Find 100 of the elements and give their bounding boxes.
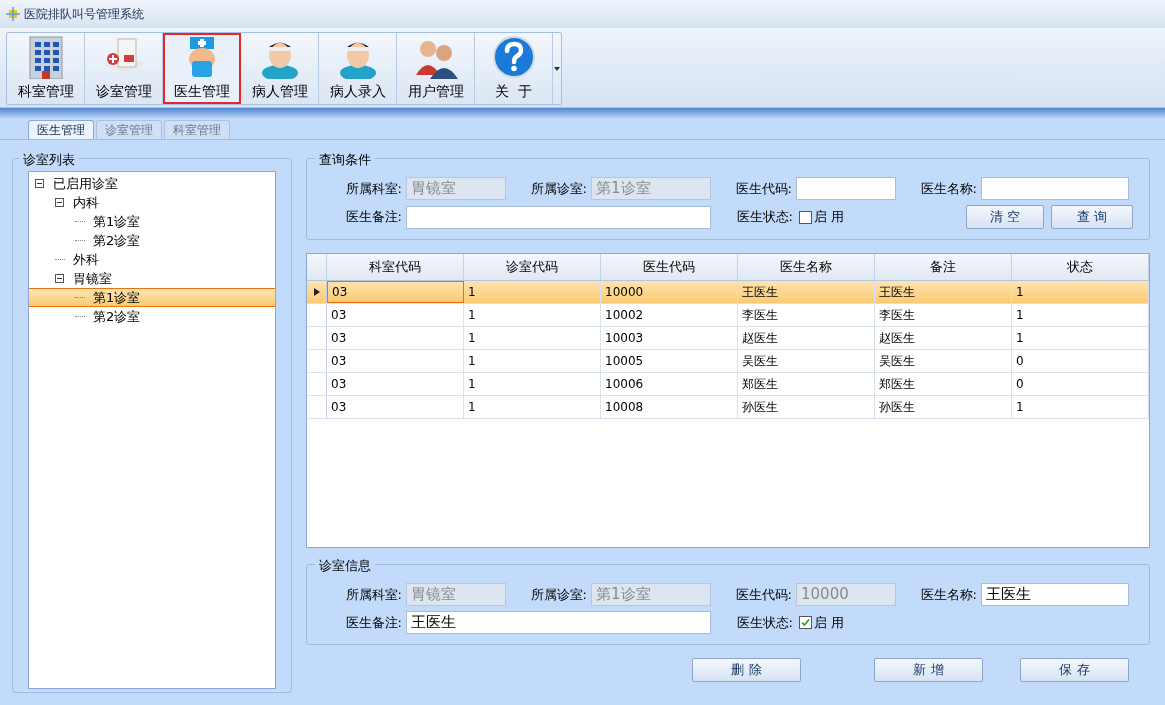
- toolbar-button[interactable]: 科室管理: [7, 33, 85, 104]
- field-value: 第1诊室: [596, 584, 651, 606]
- toolbar-button[interactable]: 病人管理: [241, 33, 319, 104]
- tab[interactable]: 医生管理: [28, 120, 94, 139]
- field-label: 医生名称:: [919, 585, 978, 604]
- tree-item[interactable]: 第1诊室: [93, 211, 141, 232]
- table-row[interactable]: 03 1 10002 李医生 李医生 1: [307, 304, 1149, 327]
- field-value: 胃镜室: [411, 584, 456, 606]
- table-row[interactable]: 03 1 10005 吴医生 吴医生 0: [307, 350, 1149, 373]
- row-pointer-icon: [313, 288, 320, 296]
- table-cell: 1: [1012, 304, 1149, 326]
- field-value: 第1诊室: [596, 178, 651, 200]
- column-header[interactable]: 科室代码: [327, 254, 464, 280]
- check-icon: [801, 618, 810, 627]
- checkbox[interactable]: [799, 616, 812, 629]
- table-cell: 1: [1012, 281, 1149, 303]
- field-label: 所属诊室:: [529, 179, 588, 198]
- collapse-icon[interactable]: [55, 198, 64, 207]
- table-row[interactable]: 03 1 10003 赵医生 赵医生 1: [307, 327, 1149, 350]
- column-header[interactable]: 备注: [875, 254, 1012, 280]
- field-value: 胃镜室: [411, 178, 456, 200]
- table-row[interactable]: 03 1 10000 王医生 王医生 1: [307, 281, 1149, 304]
- table-cell: 王医生: [875, 281, 1012, 303]
- table-cell: 1: [464, 396, 601, 418]
- table-cell: 03: [327, 350, 464, 372]
- checkbox-label: 启 用: [814, 208, 845, 227]
- table-cell: 吴医生: [875, 350, 1012, 372]
- field-label: 所属诊室:: [529, 585, 588, 604]
- field-label: 医生备注:: [344, 613, 403, 632]
- table-row[interactable]: 03 1 10008 孙医生 孙医生 1: [307, 396, 1149, 419]
- text-field[interactable]: 王医生: [981, 583, 1129, 606]
- checkbox-label: 启 用: [814, 613, 845, 632]
- table-cell: 10008: [601, 396, 738, 418]
- table-cell: 孙医生: [738, 396, 875, 418]
- field-label: 医生代码:: [734, 585, 793, 604]
- table-cell: 0: [1012, 373, 1149, 395]
- table-cell: 郑医生: [738, 373, 875, 395]
- column-header[interactable]: 医生名称: [738, 254, 875, 280]
- tree-item[interactable]: 外科: [73, 249, 99, 270]
- tree-item[interactable]: 胃镜室: [73, 268, 112, 289]
- table-cell: 10003: [601, 327, 738, 349]
- toolbar-button[interactable]: 关 于: [475, 33, 553, 104]
- toolbar-button[interactable]: 病人录入: [319, 33, 397, 104]
- text-field[interactable]: [981, 177, 1129, 200]
- table-cell: 李医生: [875, 304, 1012, 326]
- tree-item[interactable]: 内科: [73, 192, 99, 213]
- tree-item[interactable]: 第2诊室: [93, 306, 141, 327]
- tree-item[interactable]: 第2诊室: [93, 230, 141, 251]
- collapse-icon[interactable]: [55, 274, 64, 283]
- table-cell: 王医生: [738, 281, 875, 303]
- field-label: 医生名称:: [919, 179, 978, 198]
- table-row[interactable]: 03 1 10006 郑医生 郑医生 0: [307, 373, 1149, 396]
- app-icon: [6, 7, 20, 21]
- table-cell: 吴医生: [738, 350, 875, 372]
- table-cell: 10000: [601, 281, 738, 303]
- table-cell: 03: [327, 327, 464, 349]
- table-cell: 李医生: [738, 304, 875, 326]
- field-label: 所属科室:: [344, 179, 403, 198]
- table-cell: 03: [327, 304, 464, 326]
- table-cell: 0: [1012, 350, 1149, 372]
- table-cell: 1: [1012, 396, 1149, 418]
- action-button[interactable]: 新 增: [874, 657, 983, 682]
- column-header[interactable]: 诊室代码: [464, 254, 601, 280]
- field-label: 医生状态:: [735, 613, 794, 632]
- table-cell: 1: [464, 350, 601, 372]
- table-cell: 1: [464, 373, 601, 395]
- tree-item[interactable]: 已启用诊室: [53, 173, 118, 194]
- toolbar-button[interactable]: 诊室管理: [85, 33, 163, 104]
- collapse-icon[interactable]: [35, 179, 44, 188]
- text-field[interactable]: [796, 177, 896, 200]
- table-cell: 03: [327, 373, 464, 395]
- table-cell: 03: [327, 281, 464, 303]
- table-cell: 03: [327, 396, 464, 418]
- table-cell: 1: [464, 304, 601, 326]
- action-button[interactable]: 清 空: [966, 205, 1044, 229]
- field-value: 王医生: [986, 584, 1031, 606]
- text-field[interactable]: [406, 205, 711, 229]
- field-label: 医生代码:: [734, 179, 793, 198]
- column-header[interactable]: 状态: [1012, 254, 1149, 280]
- column-header[interactable]: 医生代码: [601, 254, 738, 280]
- table-cell: 10005: [601, 350, 738, 372]
- field-label: 医生状态:: [735, 208, 794, 227]
- toolbar-button[interactable]: 医生管理: [163, 33, 241, 104]
- toolbar-button[interactable]: 用户管理: [397, 33, 475, 104]
- table-cell: 赵医生: [738, 327, 875, 349]
- window-title: 医院排队叫号管理系统: [24, 6, 144, 23]
- checkbox[interactable]: [799, 210, 812, 224]
- field-value: 10000: [801, 584, 849, 606]
- table-cell: 10002: [601, 304, 738, 326]
- action-button[interactable]: 保 存: [1020, 657, 1129, 682]
- action-button[interactable]: 查 询: [1051, 205, 1133, 229]
- table-cell: 1: [464, 327, 601, 349]
- action-button[interactable]: 删 除: [692, 657, 801, 682]
- table-cell: 1: [464, 281, 601, 303]
- table-cell: 10006: [601, 373, 738, 395]
- text-field[interactable]: 王医生: [406, 611, 711, 634]
- table-cell: 孙医生: [875, 396, 1012, 418]
- field-label: 所属科室:: [344, 585, 403, 604]
- field-label: 医生备注:: [344, 208, 403, 227]
- table-cell: 1: [1012, 327, 1149, 349]
